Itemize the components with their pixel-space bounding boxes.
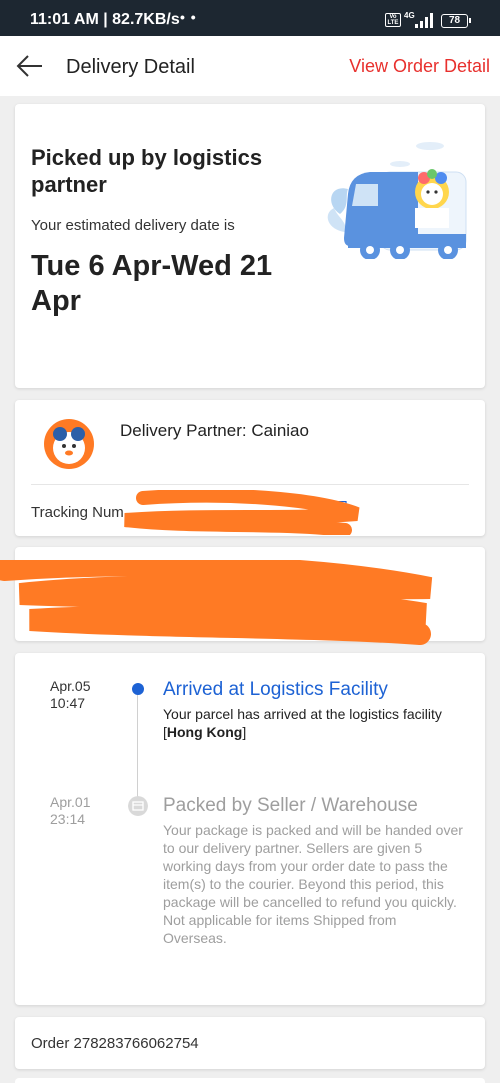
next-card-edge: [15, 1078, 485, 1083]
event-date: Apr.01 23:14: [50, 794, 120, 828]
copy-icon[interactable]: [333, 501, 347, 515]
network-type: 4G: [404, 11, 415, 20]
delivery-partner-label: Delivery Partner: Cainiao: [120, 421, 309, 440]
app-bar: Delivery Detail View Order Detail: [0, 36, 500, 96]
order-number: Order 278283766062754: [31, 1035, 199, 1052]
signal-icon: [415, 13, 433, 28]
order-number-card[interactable]: Order 278283766062754: [15, 1017, 485, 1069]
event-description: Your package is packed and will be hande…: [163, 822, 463, 946]
event-day: Apr.01: [50, 794, 91, 810]
delivery-truck-illustration: [327, 142, 467, 259]
tracking-timeline-card: Apr.05 10:47 Arrived at Logistics Facili…: [15, 653, 485, 1005]
eta-dates: Tue 6 Apr-Wed 21 Apr: [31, 250, 273, 317]
active-status-dot-icon: [132, 683, 144, 695]
battery-icon: 78: [441, 14, 471, 28]
delivery-status-title: Picked up by logistics partner: [31, 145, 263, 197]
event-title: Packed by Seller / Warehouse: [163, 795, 418, 816]
delivery-status-card: Picked up by logistics partner Your esti…: [15, 104, 485, 388]
volte-icon: Vo LTE: [385, 13, 401, 27]
cainiao-logo-icon: [44, 419, 94, 469]
status-bar: 11:01 AM | 82.7KB/s • • Vo LTE 4G 78: [0, 0, 500, 36]
delivery-address-card: [15, 547, 485, 641]
back-arrow-icon[interactable]: [14, 52, 46, 80]
event-time: 23:14: [50, 811, 86, 827]
timeline-connector: [137, 689, 138, 799]
event-title: Arrived at Logistics Facility: [163, 679, 388, 700]
package-status-icon: [128, 796, 148, 816]
eta-label: Your estimated delivery date is: [31, 217, 235, 234]
page-title: Delivery Detail: [66, 56, 195, 78]
divider: [31, 484, 469, 485]
status-time: 11:01 AM | 82.7KB/s: [30, 11, 180, 28]
event-date: Apr.05 10:47: [50, 678, 120, 712]
notification-dots: • •: [180, 9, 197, 25]
delivery-partner-card: Delivery Partner: Cainiao Tracking Num: [15, 400, 485, 536]
event-day: Apr.05: [50, 678, 91, 694]
tracking-number-label: Tracking Num: [31, 504, 124, 521]
event-description: Your parcel has arrived at the logistics…: [163, 706, 442, 740]
view-order-detail-link[interactable]: View Order Detail: [349, 56, 490, 77]
event-time: 10:47: [50, 695, 86, 711]
